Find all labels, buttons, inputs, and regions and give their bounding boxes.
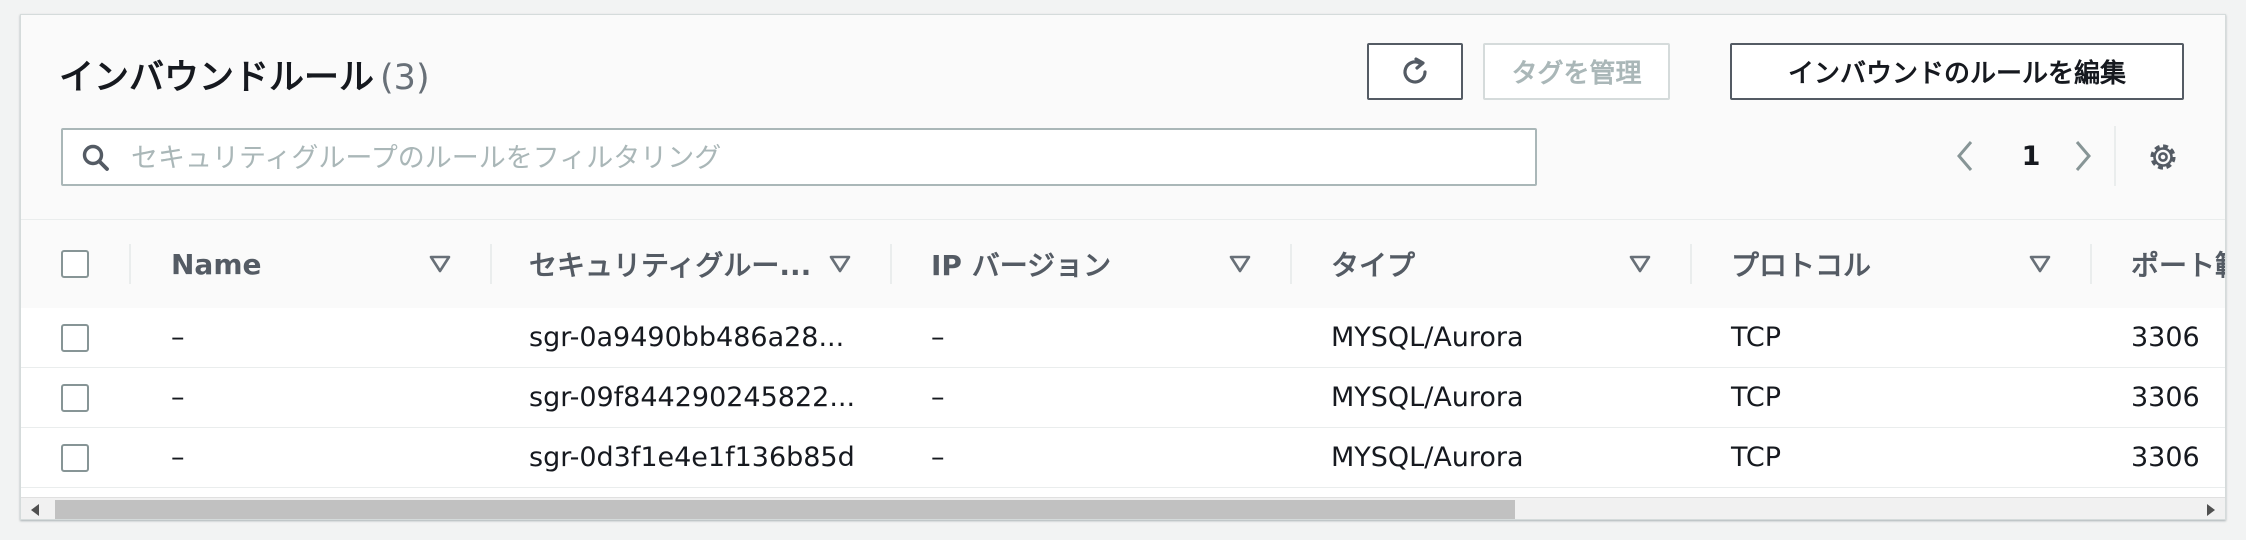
search-input[interactable]	[129, 136, 1513, 180]
cell-sgr-id[interactable]: sgr-09f844290245822...	[529, 368, 855, 427]
cell-sgr-id[interactable]: sgr-0a9490bb486a28...	[529, 308, 844, 367]
scroll-right-icon[interactable]	[2207, 504, 2215, 516]
column-divider	[1690, 244, 1692, 284]
page-title: インバウンドルール (3)	[59, 49, 430, 100]
cell-port: 3306	[2131, 382, 2200, 413]
table-header: Name セキュリティグルー... IP バージョン タイプ プロトコル ポート…	[21, 220, 2225, 309]
row-checkbox[interactable]	[61, 384, 89, 412]
horizontal-scrollbar[interactable]	[21, 497, 2225, 519]
panel-header: インバウンドルール(3) タグを管理 インバウンドのルールを編集 1	[21, 15, 2225, 220]
cell-protocol: TCP	[1731, 442, 1782, 473]
sort-icon[interactable]	[1229, 254, 1251, 274]
cell-sgr-id[interactable]: sgr-0d3f1e4e1f136b85d	[529, 428, 855, 487]
cell-name: –	[171, 322, 185, 353]
cell-protocol: TCP	[1731, 382, 1782, 413]
cell-type: MYSQL/Aurora	[1331, 442, 1524, 473]
title-text: インバウンドルール	[59, 58, 375, 98]
chevron-right-icon[interactable]	[2067, 136, 2097, 176]
cell-port: 3306	[2131, 442, 2200, 473]
cell-ip-version: –	[931, 322, 945, 353]
inbound-rules-panel: インバウンドルール(3) タグを管理 インバウンドのルールを編集 1	[20, 14, 2226, 520]
chevron-left-icon[interactable]	[1951, 136, 1981, 176]
row-checkbox[interactable]	[61, 444, 89, 472]
column-header-port-range[interactable]: ポート範	[2131, 220, 2225, 308]
column-header-ip-version[interactable]: IP バージョン	[931, 220, 1111, 308]
table-row[interactable]: – sgr-0d3f1e4e1f136b85d – MYSQL/Aurora T…	[21, 428, 2225, 488]
search-icon	[82, 144, 109, 171]
sort-icon[interactable]	[2029, 254, 2051, 274]
sort-icon[interactable]	[429, 254, 451, 274]
table-row[interactable]: – sgr-09f844290245822... – MYSQL/Aurora …	[21, 368, 2225, 428]
cell-name: –	[171, 442, 185, 473]
scroll-left-icon[interactable]	[31, 504, 39, 516]
sort-icon[interactable]	[829, 254, 851, 274]
table-row[interactable]: – sgr-0a9490bb486a28... – MYSQL/Aurora T…	[21, 308, 2225, 368]
gear-icon[interactable]	[2145, 139, 2181, 175]
column-divider	[890, 244, 892, 284]
select-all-checkbox[interactable]	[61, 250, 89, 278]
column-divider	[1290, 244, 1292, 284]
column-divider	[129, 244, 131, 284]
refresh-button[interactable]	[1367, 43, 1463, 100]
edit-inbound-rules-button[interactable]: インバウンドのルールを編集	[1730, 43, 2184, 100]
cell-name: –	[171, 382, 185, 413]
current-page-number[interactable]: 1	[2016, 141, 2046, 172]
refresh-icon	[1403, 56, 1427, 84]
pager-divider	[2114, 126, 2116, 186]
cell-protocol: TCP	[1731, 322, 1782, 353]
cell-ip-version: –	[931, 382, 945, 413]
column-divider	[2090, 244, 2092, 284]
cell-ip-version: –	[931, 442, 945, 473]
manage-tags-button[interactable]: タグを管理	[1483, 43, 1670, 100]
column-header-name[interactable]: Name	[171, 220, 262, 308]
cell-type: MYSQL/Aurora	[1331, 322, 1524, 353]
sort-icon[interactable]	[1629, 254, 1651, 274]
search-field[interactable]	[61, 128, 1537, 186]
row-checkbox[interactable]	[61, 324, 89, 352]
column-header-protocol[interactable]: プロトコル	[1731, 220, 1871, 308]
scrollbar-thumb[interactable]	[55, 500, 1515, 519]
column-header-security-group-rule[interactable]: セキュリティグルー...	[529, 220, 811, 308]
column-header-type[interactable]: タイプ	[1331, 220, 1415, 308]
cell-port: 3306	[2131, 322, 2200, 353]
column-divider	[490, 244, 492, 284]
rule-count: (3)	[380, 58, 430, 98]
cell-type: MYSQL/Aurora	[1331, 382, 1524, 413]
